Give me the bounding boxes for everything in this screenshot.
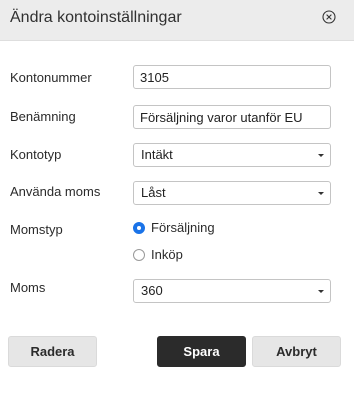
vat-type-radio-purchase[interactable]: Inköp bbox=[133, 247, 183, 262]
vat-label: Moms bbox=[10, 280, 46, 295]
dialog-title: Ändra kontoinställningar bbox=[10, 9, 182, 26]
chevron-down-icon bbox=[318, 290, 324, 293]
vat-type-radio-sales[interactable]: Försäljning bbox=[133, 220, 215, 235]
vat-type-option-label: Inköp bbox=[151, 247, 183, 262]
account-type-value: Intäkt bbox=[141, 147, 173, 162]
account-number-label: Kontonummer bbox=[10, 70, 92, 85]
account-type-label: Kontotyp bbox=[10, 147, 62, 162]
chevron-down-icon bbox=[318, 154, 324, 157]
radio-checked-icon bbox=[133, 221, 145, 234]
name-label: Benämning bbox=[10, 109, 76, 124]
save-button[interactable]: Spara bbox=[157, 336, 246, 367]
use-vat-value: Låst bbox=[141, 185, 166, 200]
account-number-input[interactable] bbox=[133, 65, 331, 89]
vat-type-option-label: Försäljning bbox=[151, 220, 215, 235]
vat-value: 360 bbox=[141, 283, 163, 298]
name-input[interactable] bbox=[133, 105, 331, 129]
use-vat-select[interactable]: Låst bbox=[133, 181, 331, 205]
delete-button[interactable]: Radera bbox=[8, 336, 97, 367]
close-button[interactable] bbox=[321, 9, 337, 25]
chevron-down-icon bbox=[318, 192, 324, 195]
use-vat-label: Använda moms bbox=[10, 184, 101, 199]
radio-unchecked-icon bbox=[133, 248, 145, 261]
account-type-select[interactable]: Intäkt bbox=[133, 143, 331, 167]
dialog-header: Ändra kontoinställningar bbox=[0, 0, 354, 41]
vat-select[interactable]: 360 bbox=[133, 279, 331, 303]
vat-type-label: Momstyp bbox=[10, 222, 63, 237]
cancel-button[interactable]: Avbryt bbox=[252, 336, 341, 367]
close-circle-icon bbox=[322, 10, 336, 24]
